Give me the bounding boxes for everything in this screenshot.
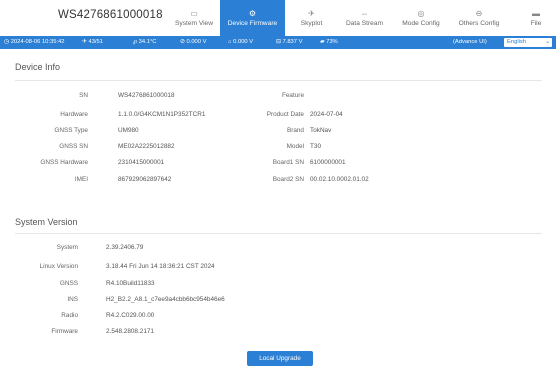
firmware-value: 2.548.2808.2171	[106, 328, 154, 335]
linux-version-label: Linux Version	[39, 263, 78, 270]
advance-ui-link[interactable]: (Advance UI)	[453, 39, 487, 45]
satellite-status: ✈ 43/51	[82, 39, 103, 45]
clock-icon: ◷	[4, 39, 10, 45]
hardware-label: Hardware	[60, 111, 88, 118]
folder-icon: ▬	[532, 9, 540, 18]
tab-system-view[interactable]: ▭ System View	[168, 0, 220, 36]
antenna-icon: ⌂	[228, 39, 232, 45]
tab-others-config[interactable]: ⊖ Others Config	[451, 0, 507, 36]
voltage3-value: 7.837 V	[282, 39, 303, 45]
product-date-value: 2024-07-04	[310, 111, 343, 118]
system-label: System	[56, 244, 78, 251]
radio-value: R4.2.C029.00.00	[106, 312, 155, 319]
system-version-title: System Version	[15, 217, 78, 227]
satellite-icon: ✈	[82, 39, 87, 45]
hardware-value: 1.1.0.0/G4KCM1N1P352TCR1	[118, 111, 206, 118]
gnss-hardware-label: GNSS Hardware	[40, 159, 88, 166]
tab-label: System View	[175, 20, 213, 27]
sn-label: SN	[79, 92, 88, 99]
voltage3-status: ⊟ 7.837 V	[276, 39, 302, 45]
voltage1-status: ⊘ 0.000 V	[180, 39, 206, 45]
brand-value: TokNav	[310, 127, 332, 134]
tab-label: Skyplot	[300, 20, 323, 27]
gnss-type-value: UM980	[118, 127, 139, 134]
device-info-title: Device Info	[15, 62, 61, 72]
gnss-value: R4.10Build11833	[106, 280, 155, 287]
system-value: 2.39.2406.79	[106, 244, 144, 251]
tab-label: Device Firmware	[227, 20, 278, 27]
imei-label: IMEI	[74, 176, 88, 183]
battery-value: 73%	[326, 39, 338, 45]
tab-device-firmware[interactable]: ⚙ Device Firmware	[220, 0, 285, 36]
temperature-value: 34.1°C	[138, 39, 157, 45]
gnss-hardware-value: 2310415000001	[118, 159, 165, 166]
imei-value: 867929062897642	[118, 176, 172, 183]
ins-value: H2_B2.2_A8.1_c7ee9a4cbb6bc954b46e6	[106, 296, 225, 303]
board1-sn-value: 6100000001	[310, 159, 346, 166]
datetime-value: 2024-08-06 10:35:42	[10, 39, 65, 45]
radio-label: Radio	[61, 312, 78, 319]
settings-icon: ⊖	[475, 9, 483, 18]
gear-icon: ⚙	[248, 9, 257, 18]
device-serial-title: WS4276861000018	[58, 9, 163, 21]
language-select[interactable]: English ⌄	[504, 38, 552, 47]
top-nav-bar: WS4276861000018 ▭ System View ⚙ Device F…	[0, 0, 556, 36]
tab-mode-config[interactable]: ◎ Mode Config	[394, 0, 448, 36]
board2-sn-value: 00.02.10.0002.01.02	[310, 176, 369, 183]
sn-value: WS4276861000018	[118, 92, 175, 99]
local-upgrade-button[interactable]: Local Upgrade	[247, 351, 313, 366]
temperature-status: ℘ 34.1°C	[133, 39, 156, 45]
feature-label: Feature	[281, 92, 304, 99]
brand-label: Brand	[286, 127, 304, 134]
language-value: English	[507, 39, 527, 45]
clock-status: ◷ 2024-08-06 10:35:42	[4, 39, 65, 45]
thermometer-icon: ℘	[133, 39, 138, 45]
battery-icon: ▰	[320, 39, 325, 45]
monitor-icon: ▭	[190, 9, 198, 18]
voltage2-status: ⌂ 0.000 V	[228, 39, 253, 45]
satellites-value: 43/51	[88, 39, 103, 45]
model-label: Model	[286, 143, 304, 150]
voltage2-value: 0.000 V	[233, 39, 254, 45]
plug-icon: ⊟	[276, 39, 281, 45]
divider	[15, 80, 542, 81]
board2-sn-label: Board2 SN	[272, 176, 304, 183]
gnss-sn-label: GNSS SN	[59, 143, 88, 150]
linux-version-value: 3.18.44 Fri Jun 14 18:36:21 CST 2024	[106, 263, 215, 270]
config-icon: ◎	[417, 9, 425, 18]
firmware-label: Firmware	[51, 328, 78, 335]
divider	[15, 233, 542, 234]
stream-icon: ⇔	[360, 9, 369, 18]
chevron-down-icon: ⌄	[545, 39, 550, 45]
satellite-icon: ✈	[308, 9, 315, 18]
voltage1-value: 0.000 V	[186, 39, 207, 45]
gnss-type-label: GNSS Type	[54, 127, 88, 134]
tab-label: Data Stream	[345, 20, 383, 27]
board1-sn-label: Board1 SN	[272, 159, 304, 166]
tab-label: Others Config	[458, 20, 500, 27]
tab-label: File	[530, 20, 542, 27]
status-bar: ◷ 2024-08-06 10:35:42 ✈ 43/51 ℘ 34.1°C ⊘…	[0, 36, 556, 49]
tab-file[interactable]: ▬ File	[522, 0, 550, 36]
tab-label: Mode Config	[402, 20, 440, 27]
tab-skyplot[interactable]: ✈ Skyplot	[289, 0, 334, 36]
product-date-label: Product Date	[266, 111, 304, 118]
gnss-sn-value: ME02A2225012882	[118, 143, 175, 150]
tab-data-stream[interactable]: ⇔ Data Stream	[338, 0, 391, 36]
ins-label: INS	[67, 296, 78, 303]
model-value: T30	[310, 143, 322, 150]
power-icon: ⊘	[180, 39, 185, 45]
battery-status: ▰ 73%	[320, 39, 338, 45]
gnss-label: GNSS	[59, 280, 78, 287]
